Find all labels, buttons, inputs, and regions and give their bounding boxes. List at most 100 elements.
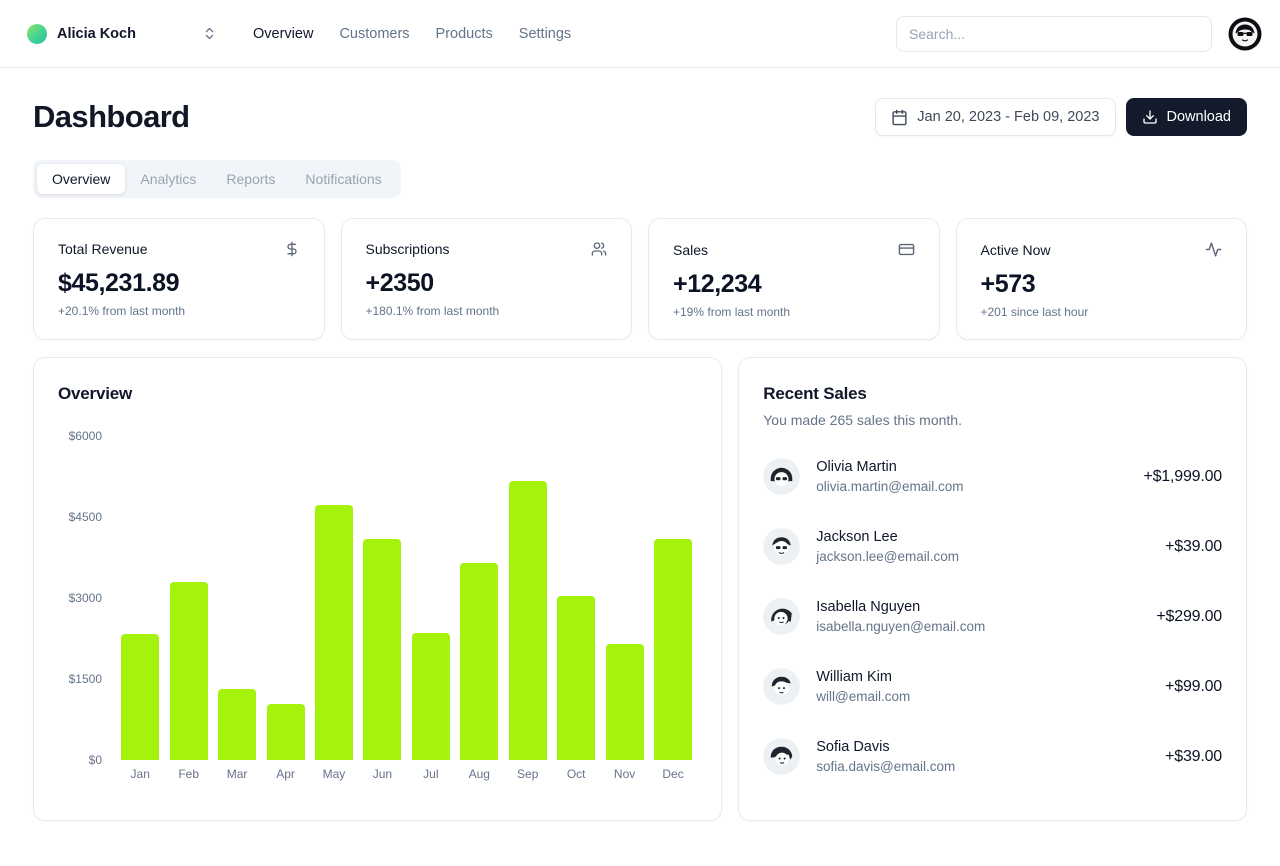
date-range-button[interactable]: Jan 20, 2023 - Feb 09, 2023 — [875, 98, 1116, 136]
recent-sales-card: Recent Sales You made 265 sales this mon… — [738, 357, 1247, 821]
bar-slot — [649, 436, 697, 760]
x-axis-label: Sep — [517, 767, 539, 781]
stat-card-sales: Sales +12,234 +19% from last month — [648, 218, 940, 340]
customer-avatar — [763, 738, 801, 775]
bar-jul — [411, 633, 450, 760]
dashboard-page: Dashboard Jan 20, 2023 - Feb 09, 2023 Do… — [0, 68, 1280, 821]
chevrons-up-down-icon — [202, 26, 217, 41]
x-axis-label: Oct — [566, 767, 586, 781]
chart-title: Overview — [58, 384, 133, 403]
bottom-grid: Overview $6000 $4500 $3000 $1500 $0 Jan Feb Ma… — [33, 357, 1247, 821]
stat-title: Total Revenue — [58, 241, 148, 257]
customer-email: olivia.martin@email.com — [816, 479, 964, 494]
bar-slot — [164, 436, 212, 760]
x-axis-label: Dec — [662, 767, 684, 781]
bar-may — [314, 505, 353, 760]
bar-jun — [363, 539, 402, 760]
stat-title: Subscriptions — [365, 241, 450, 257]
x-axis-label: Nov — [613, 767, 636, 781]
stat-title: Active Now — [980, 241, 1051, 258]
y-axis-tick: $6000 — [68, 429, 102, 443]
credit-card-icon — [898, 241, 915, 258]
list-item: William Kim will@email.com +$99.00 — [763, 668, 1222, 705]
nav-link-products[interactable]: Products — [436, 26, 493, 42]
user-avatar[interactable] — [1228, 17, 1262, 51]
stat-title: Sales — [673, 241, 709, 258]
customer-email: jackson.lee@email.com — [816, 549, 960, 564]
stats-grid: Total Revenue $45,231.89 +20.1% from las… — [33, 218, 1247, 340]
bar-slot — [600, 436, 648, 760]
customer-avatar — [763, 598, 801, 635]
x-axis-label: Jun — [372, 767, 393, 781]
x-axis-label: Apr — [276, 767, 295, 781]
stat-card-subscriptions: Subscriptions +2350 +180.1% from last mo… — [340, 218, 632, 340]
nav-link-overview[interactable]: Overview — [253, 26, 313, 42]
download-icon — [1142, 109, 1158, 125]
x-axis-label: Feb — [178, 767, 199, 781]
y-axis-tick: $4500 — [68, 510, 102, 524]
stat-value: $45,231.89 — [58, 269, 180, 297]
customer-avatar — [763, 458, 801, 495]
tab-notifications[interactable]: Notifications — [290, 164, 396, 194]
nav-link-settings[interactable]: Settings — [519, 26, 571, 42]
calendar-icon — [891, 109, 908, 126]
dollar-sign-icon — [284, 241, 300, 257]
search-input[interactable] — [896, 15, 1212, 52]
tab-reports[interactable]: Reports — [211, 164, 290, 194]
y-axis-tick: $1500 — [68, 672, 102, 686]
tabs: Overview Analytics Reports Notifications — [33, 160, 401, 198]
sale-amount: +$1,999.00 — [1143, 467, 1222, 485]
team-name: Alicia Koch — [57, 25, 136, 42]
sale-amount: +$39.00 — [1165, 537, 1222, 555]
sales-list: Olivia Martin olivia.martin@email.com +$… — [763, 458, 1222, 775]
customer-email: will@email.com — [816, 689, 911, 704]
stat-card-active-now: Active Now +573 +201 since last hour — [955, 218, 1247, 340]
users-icon — [591, 241, 607, 257]
nav-link-customers[interactable]: Customers — [339, 26, 409, 42]
chart-yaxis: $6000 $4500 $3000 $1500 $0 — [58, 429, 102, 767]
stat-delta: +19% from last month — [673, 305, 791, 319]
download-label: Download — [1166, 109, 1232, 125]
chart-plot — [116, 436, 697, 760]
download-button[interactable]: Download — [1125, 98, 1247, 136]
bar-jan — [121, 634, 160, 760]
x-axis-label: Jan — [130, 767, 150, 781]
page-title: Dashboard — [33, 99, 190, 134]
activity-icon — [1205, 241, 1222, 258]
customer-avatar — [763, 668, 801, 705]
customer-email: isabella.nguyen@email.com — [816, 619, 986, 634]
tab-overview[interactable]: Overview — [37, 164, 126, 194]
bar-oct — [557, 595, 596, 760]
customer-name: Olivia Martin — [816, 459, 897, 475]
sale-amount: +$99.00 — [1165, 677, 1222, 695]
y-axis-tick: $3000 — [68, 591, 102, 605]
bar-slot — [213, 436, 261, 760]
bar-slot — [310, 436, 358, 760]
tab-analytics[interactable]: Analytics — [125, 164, 211, 194]
customer-name: Isabella Nguyen — [816, 599, 921, 615]
customer-name: Jackson Lee — [816, 529, 898, 545]
bar-nov — [605, 643, 644, 760]
sale-amount: +$39.00 — [1165, 747, 1222, 765]
team-switcher-button[interactable]: Alicia Koch — [27, 23, 217, 44]
main-nav: Overview Customers Products Settings — [253, 26, 571, 42]
customer-name: William Kim — [816, 669, 892, 685]
app-header: Alicia Koch Overview Customers Products … — [0, 0, 1280, 68]
customer-name: Sofia Davis — [816, 739, 890, 755]
stat-delta: +20.1% from last month — [58, 304, 186, 318]
stat-delta: +180.1% from last month — [365, 304, 500, 318]
bar-apr — [266, 703, 305, 760]
sale-amount: +$299.00 — [1156, 607, 1222, 625]
x-axis-label: May — [322, 767, 346, 781]
customer-avatar — [763, 528, 801, 565]
recent-sales-subtitle: You made 265 sales this month. — [763, 412, 962, 428]
bar-slot — [407, 436, 455, 760]
stat-value: +12,234 — [673, 270, 762, 298]
bar-chart: $6000 $4500 $3000 $1500 $0 Jan Feb Mar Apr May Ju… — [58, 429, 697, 781]
stat-delta: +201 since last hour — [980, 305, 1089, 319]
bar-dec — [654, 539, 693, 760]
x-axis-label: Mar — [226, 767, 248, 781]
stat-value: +573 — [980, 270, 1036, 298]
page-head: Dashboard Jan 20, 2023 - Feb 09, 2023 Do… — [33, 98, 1247, 136]
list-item: Isabella Nguyen isabella.nguyen@email.co… — [763, 598, 1222, 635]
